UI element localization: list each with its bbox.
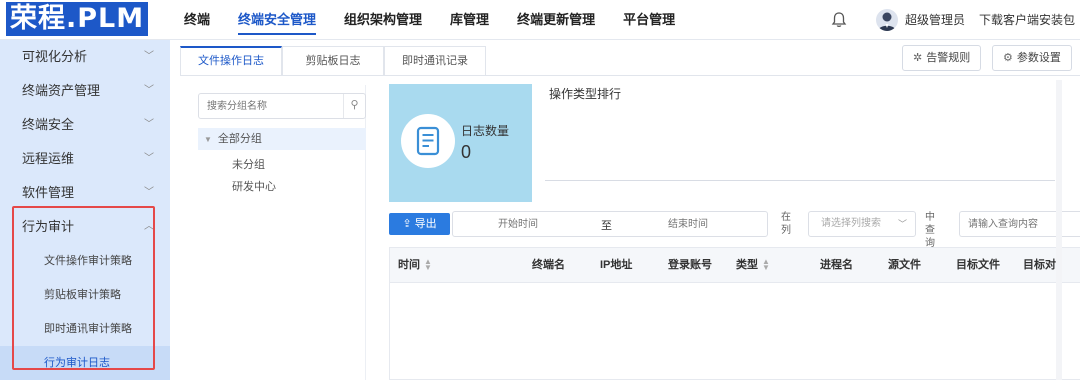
- param-settings-label: 参数设置: [1016, 52, 1061, 64]
- log-count-label: 日志数量: [461, 124, 510, 138]
- column-label: 时间: [398, 259, 420, 271]
- tree-node-ungrouped[interactable]: 未分组: [232, 156, 265, 172]
- tree-node-all-groups[interactable]: ▼ 全部分组: [198, 128, 366, 150]
- in-column-label: 在列: [781, 212, 791, 236]
- main-content: 文件操作日志 剪贴板日志 即时通讯记录 ✲告警规则 ⚙参数设置 ⚲ ▼ 全部分组 …: [170, 40, 1080, 380]
- document-icon: [401, 114, 455, 168]
- top-nav: 终端 终端安全管理 组织架构管理 库管理 终端更新管理 平台管理: [170, 0, 689, 40]
- param-settings-button[interactable]: ⚙ 参数设置: [992, 45, 1072, 71]
- sidebar: 可视化分析 ﹀ 终端资产管理 ﹀ 终端安全 ﹀ 远程运维 ﹀ 软件管理 ﹀ 行为…: [0, 40, 170, 380]
- date-range-picker: 至: [452, 211, 768, 237]
- sidebar-item-label: 终端安全: [22, 117, 75, 132]
- tab-clipboard-log[interactable]: 剪贴板日志: [282, 46, 384, 76]
- user-name[interactable]: 超级管理员: [905, 0, 965, 40]
- bell-icon[interactable]: [830, 11, 848, 29]
- nav-item-org-structure[interactable]: 组织架构管理: [330, 0, 436, 40]
- tab-bar: 文件操作日志 剪贴板日志 即时通讯记录: [180, 46, 486, 76]
- nav-item-terminal[interactable]: 终端: [170, 0, 224, 40]
- nav-item-terminal-security[interactable]: 终端安全管理: [224, 0, 330, 40]
- column-label: 类型: [736, 259, 758, 271]
- chevron-down-icon: ﹀: [144, 85, 154, 96]
- download-client-link[interactable]: 下载客户端安装包: [979, 0, 1080, 40]
- chevron-up-icon: ︿: [144, 221, 154, 232]
- query-label: 中查询: [925, 212, 935, 249]
- sidebar-item-label: 远程运维: [22, 151, 75, 166]
- sidebar-item-label: 可视化分析: [22, 49, 88, 64]
- sidebar-subitem-clipboard-audit-policy[interactable]: 剪贴板审计策略: [0, 278, 170, 312]
- sidebar-item-label: 终端资产管理: [22, 83, 101, 98]
- group-panel: ⚲ ▼ 全部分组 未分组 研发中心: [190, 85, 366, 380]
- sidebar-item-terminal-security[interactable]: 终端安全 ﹀: [0, 108, 170, 142]
- operation-type-ranking-title: 操作类型排行: [549, 87, 622, 101]
- table-header: 时间 ▲ ▼ 终端名 IP地址 登录账号 类型 ▲ ▼ 进程名 源文件 目标文件 目标对: [390, 248, 1080, 283]
- alarm-icon: ✲: [913, 52, 923, 64]
- tab-im-record[interactable]: 即时通讯记录: [384, 46, 486, 76]
- chevron-down-icon: ﹀: [144, 51, 154, 62]
- tab-divider: [180, 75, 1080, 76]
- search-icon[interactable]: ⚲: [343, 94, 365, 118]
- column-header-time[interactable]: 时间 ▲ ▼: [398, 248, 432, 283]
- column-header-ip: IP地址: [600, 259, 633, 271]
- app-logo[interactable]: 荣程.PLM: [6, 2, 149, 36]
- tab-file-operation-log[interactable]: 文件操作日志: [180, 46, 282, 76]
- column-select-placeholder: 请选择列搜索: [821, 218, 881, 229]
- gear-icon: ⚙: [1003, 52, 1013, 64]
- upload-icon: ⇪: [402, 218, 412, 230]
- sidebar-item-software-management[interactable]: 软件管理 ﹀: [0, 176, 170, 210]
- sidebar-subitem-file-audit-policy[interactable]: 文件操作审计策略: [0, 244, 170, 278]
- sidebar-item-asset-management[interactable]: 终端资产管理 ﹀: [0, 74, 170, 108]
- column-header-process: 进程名: [820, 259, 853, 271]
- column-header-source-file: 源文件: [888, 259, 921, 271]
- column-header-target-file: 目标文件: [956, 259, 1000, 271]
- column-header-type[interactable]: 类型 ▲ ▼: [736, 248, 770, 283]
- sidebar-item-behavior-audit[interactable]: 行为审计 ︿: [0, 210, 170, 244]
- vertical-scrollbar[interactable]: [1056, 80, 1062, 380]
- tree-node-rd-center[interactable]: 研发中心: [232, 178, 276, 194]
- export-label: 导出: [414, 218, 437, 230]
- nav-item-terminal-update[interactable]: 终端更新管理: [503, 0, 609, 40]
- alarm-rules-label: 告警规则: [926, 52, 971, 64]
- sidebar-item-label: 行为审计: [22, 219, 75, 234]
- log-table: 时间 ▲ ▼ 终端名 IP地址 登录账号 类型 ▲ ▼ 进程名 源文件 目标文件 目标对: [389, 247, 1080, 380]
- avatar[interactable]: [876, 9, 898, 31]
- user-avatar-icon: [878, 12, 896, 31]
- column-select[interactable]: 请选择列搜索 ﹀: [808, 211, 916, 237]
- chevron-down-icon: ﹀: [144, 187, 154, 198]
- chevron-down-icon: ﹀: [144, 153, 154, 164]
- sidebar-subitem-im-audit-policy[interactable]: 即时通讯审计策略: [0, 312, 170, 346]
- group-search-input[interactable]: [199, 94, 339, 118]
- caret-down-icon[interactable]: ▼: [204, 135, 212, 144]
- column-header-terminal-name: 终端名: [532, 259, 565, 271]
- chevron-down-icon: ﹀: [144, 119, 154, 130]
- sidebar-subitem-behavior-audit-log[interactable]: 行为审计日志: [0, 346, 170, 380]
- sort-icon[interactable]: ▲ ▼: [762, 258, 770, 272]
- column-header-login-account: 登录账号: [668, 259, 712, 271]
- alarm-rules-button[interactable]: ✲ 告警规则: [902, 45, 982, 71]
- group-search: ⚲: [198, 93, 366, 119]
- end-time-input[interactable]: [633, 214, 743, 234]
- top-bar: 荣程.PLM 终端 终端安全管理 组织架构管理 库管理 终端更新管理 平台管理 …: [0, 0, 1080, 40]
- chevron-down-icon: ﹀: [897, 219, 907, 229]
- start-time-input[interactable]: [463, 214, 573, 234]
- sidebar-item-label: 软件管理: [22, 185, 75, 200]
- sort-icon[interactable]: ▲ ▼: [424, 258, 432, 272]
- ranking-axis-line: [545, 180, 1055, 181]
- column-header-target: 目标对: [1023, 259, 1056, 271]
- export-button[interactable]: ⇪ 导出: [389, 213, 450, 235]
- range-separator: 至: [601, 220, 612, 232]
- nav-item-platform[interactable]: 平台管理: [609, 0, 689, 40]
- log-count-card: 日志数量 0: [389, 84, 532, 202]
- sidebar-item-visual-analysis[interactable]: 可视化分析 ﹀: [0, 40, 170, 74]
- nav-item-library[interactable]: 库管理: [436, 0, 503, 40]
- log-count-value: 0: [461, 142, 472, 162]
- tree-node-label: 全部分组: [217, 133, 262, 145]
- sidebar-item-remote-ops[interactable]: 远程运维 ﹀: [0, 142, 170, 176]
